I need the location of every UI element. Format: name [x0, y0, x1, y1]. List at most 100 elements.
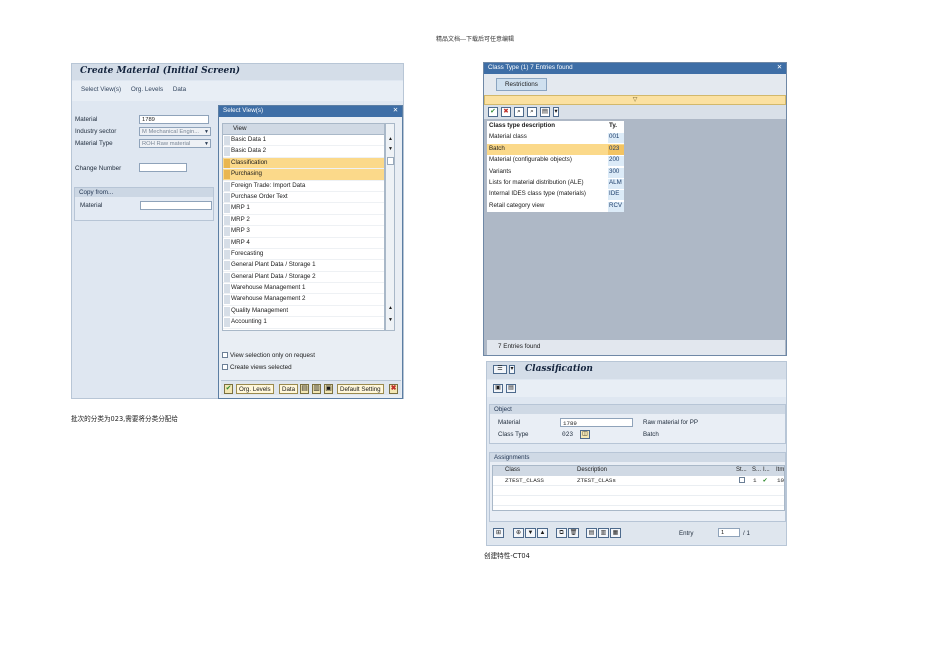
list-item[interactable]: Basic Data 2 — [223, 146, 384, 158]
view-on-request-checkbox[interactable]: View selection only on request — [222, 352, 315, 359]
scroll-up-icon[interactable]: ▲ — [537, 528, 548, 538]
row-selector[interactable] — [224, 136, 230, 145]
table-row[interactable] — [493, 486, 784, 496]
status-checkbox[interactable] — [739, 477, 745, 483]
row-selector[interactable] — [224, 261, 230, 271]
list-item[interactable]: General Plant Data / Storage 1 — [223, 260, 384, 272]
row-selector[interactable] — [224, 272, 230, 282]
scroll-down-icon[interactable]: ▼ — [388, 146, 393, 152]
select-all-icon[interactable]: ▤ — [300, 384, 309, 394]
entry-input[interactable]: 1 — [718, 528, 740, 537]
material-input[interactable]: 1789 — [139, 115, 209, 124]
scroll-up-icon[interactable]: ▲ — [388, 136, 393, 142]
chevron-down-icon[interactable]: ▼ — [204, 129, 209, 135]
class-cell[interactable]: ZTEST_CLASS — [505, 477, 544, 484]
delete-icon[interactable]: 🗑 — [568, 528, 579, 538]
table-row[interactable] — [493, 496, 784, 506]
check-icon[interactable]: ✔ — [224, 384, 233, 394]
table-row[interactable]: Variants 300 — [487, 167, 624, 178]
row-selector[interactable] — [224, 158, 230, 168]
row-selector[interactable] — [224, 249, 230, 259]
menu-arrow-icon[interactable]: ▾ — [509, 365, 515, 374]
list-item[interactable]: MRP 2 — [223, 215, 384, 227]
menu-data[interactable]: Data — [173, 86, 186, 93]
deselect-all-icon[interactable]: ▥ — [312, 384, 321, 394]
list-item[interactable]: General Plant Data / Storage 2 — [223, 272, 384, 284]
expand-restrictions-bar[interactable]: ▽ — [484, 95, 786, 105]
details-icon[interactable]: ⊞ — [493, 528, 504, 538]
list-item[interactable]: Classification — [223, 157, 384, 170]
scrollbar[interactable]: ▲ ▼ ▲ ▼ — [385, 123, 395, 331]
cancel-icon[interactable]: ✖ — [501, 107, 511, 117]
check-icon[interactable]: ✔ — [488, 107, 498, 117]
save-icon[interactable]: ▣ — [324, 384, 333, 394]
scroll-thumb[interactable] — [387, 157, 394, 165]
table-row[interactable]: Material class 001 — [487, 132, 624, 144]
checkbox-box[interactable] — [222, 364, 228, 370]
change-number-input[interactable] — [139, 163, 187, 172]
row-selector[interactable] — [224, 147, 230, 157]
menu-org-levels[interactable]: Org. Levels — [131, 86, 163, 93]
row-selector[interactable] — [224, 318, 230, 328]
list-item[interactable]: Purchase Order Text — [223, 192, 384, 204]
values-icon[interactable]: ▤ — [586, 528, 597, 538]
table-row[interactable]: Internal IDES class type (materials) IDE — [487, 189, 624, 201]
find-icon[interactable]: ⌕ — [514, 107, 524, 117]
list-item[interactable]: Basic Data 1 — [223, 135, 384, 147]
row-selector[interactable] — [224, 284, 230, 294]
list-item[interactable]: Forecasting — [223, 249, 384, 261]
table-row[interactable]: Lists for material distribution (ALE) ALM — [487, 178, 624, 189]
list-item[interactable]: MRP 3 — [223, 226, 384, 238]
list-item[interactable]: Foreign Trade: Import Data — [223, 181, 384, 192]
value-help-icon[interactable]: ◫ — [580, 430, 590, 439]
classes-icon[interactable]: ▦ — [610, 528, 621, 538]
close-icon[interactable]: ✕ — [777, 64, 782, 71]
menu-arrow-icon[interactable]: ▾ — [553, 107, 559, 117]
row-selector[interactable] — [224, 192, 230, 202]
table-row[interactable]: Material (configurable objects) 200 — [487, 155, 624, 167]
copy-material-input[interactable] — [140, 201, 212, 210]
industry-select[interactable]: M Mechanical Engin... ▼ — [139, 127, 211, 136]
chevron-down-icon[interactable]: ▽ — [633, 97, 638, 103]
data-button[interactable]: Data — [279, 384, 299, 394]
default-setting-button[interactable]: Default Setting — [337, 384, 384, 394]
list-item[interactable]: Purchasing — [223, 169, 384, 181]
table-row[interactable]: Batch 023 — [487, 143, 624, 156]
row-selector[interactable] — [224, 238, 230, 248]
list-item[interactable]: Quality Management — [223, 306, 384, 318]
row-selector[interactable] — [224, 204, 230, 214]
table-row[interactable]: Retail category view RCV — [487, 201, 624, 212]
tab-restrictions[interactable]: Restrictions — [496, 78, 547, 91]
list-item[interactable]: MRP 1 — [223, 203, 384, 215]
list-item[interactable]: Accounting 1 — [223, 317, 384, 329]
scroll-down-icon[interactable]: ▼ — [388, 317, 393, 323]
material-input[interactable]: 1789 — [560, 418, 633, 427]
row-selector[interactable] — [224, 215, 230, 225]
copy-icon[interactable]: ⧉ — [556, 528, 567, 538]
save-icon[interactable]: ▣ — [493, 384, 503, 393]
characteristics-icon[interactable]: ▥ — [598, 528, 609, 538]
print-icon[interactable]: ▤ — [506, 384, 516, 393]
menu-select-views[interactable]: Select View(s) — [81, 86, 121, 93]
scroll-down-icon[interactable]: ▼ — [525, 528, 536, 538]
list-item[interactable]: Warehouse Management 1 — [223, 283, 384, 295]
list-item[interactable]: MRP 4 — [223, 238, 384, 249]
row-selector[interactable] — [224, 306, 230, 316]
list-item[interactable]: Warehouse Management 2 — [223, 294, 384, 306]
scroll-up-icon[interactable]: ▲ — [388, 305, 393, 311]
close-icon[interactable]: ✕ — [393, 107, 398, 114]
print-icon[interactable]: ▤ — [540, 107, 550, 117]
row-selector[interactable] — [224, 227, 230, 237]
cancel-icon[interactable]: ✖ — [389, 384, 398, 394]
row-selector[interactable] — [224, 170, 230, 180]
find-next-icon[interactable]: ⌕ — [527, 107, 537, 117]
chevron-down-icon[interactable]: ▼ — [204, 141, 209, 147]
row-selector[interactable] — [224, 295, 230, 305]
material-type-select[interactable]: ROH Raw material ▼ — [139, 139, 211, 148]
create-views-checkbox[interactable]: Create views selected — [222, 364, 292, 371]
insert-line-icon[interactable]: ⊕ — [513, 528, 524, 538]
class-menu-icon[interactable]: ☰ — [493, 365, 507, 374]
table-row[interactable]: ZTEST_CLASS ZTEST_CLASs 1 ✔ 10 — [493, 476, 784, 486]
org-levels-button[interactable]: Org. Levels — [236, 384, 274, 394]
row-selector[interactable] — [224, 181, 230, 191]
